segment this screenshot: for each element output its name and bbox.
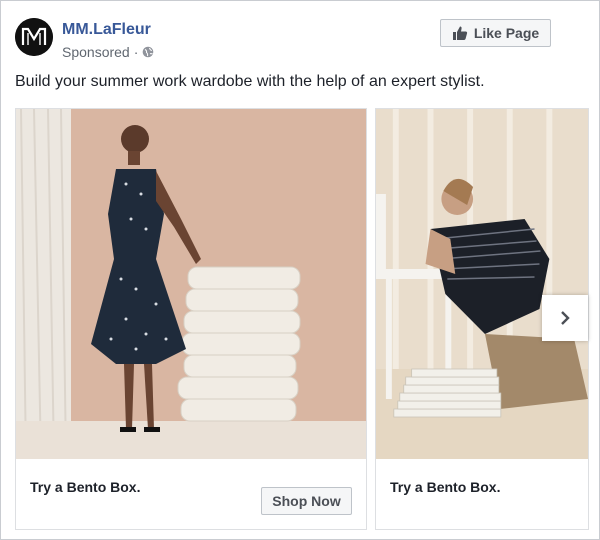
top-photo <box>376 109 588 459</box>
shop-now-button[interactable]: Shop Now <box>261 487 352 515</box>
thumbs-up-icon <box>452 26 467 40</box>
chevron-right-icon <box>561 311 570 325</box>
post-text: Build your summer work wardobe with the … <box>15 73 485 90</box>
logo-monogram <box>15 18 53 56</box>
like-page-button[interactable]: Like Page <box>440 19 551 47</box>
separator: · <box>133 44 139 60</box>
like-page-label: Like Page <box>473 25 540 41</box>
product-image-dress[interactable] <box>16 109 366 459</box>
product-image-top[interactable] <box>376 109 588 459</box>
page-avatar[interactable] <box>15 18 53 56</box>
globe-icon[interactable] <box>142 46 154 58</box>
page-name-link[interactable]: MM.LaFleur <box>62 21 151 39</box>
carousel-card[interactable]: Try a Bento Box. Shop Now <box>15 108 367 530</box>
card-caption[interactable]: Try a Bento Box. <box>30 479 140 495</box>
carousel-next-button[interactable] <box>542 295 588 341</box>
sponsored-label[interactable]: Sponsored <box>62 44 130 60</box>
dress-photo <box>16 109 366 459</box>
ad-post: MM.LaFleur Sponsored · Like Page Build y… <box>0 0 600 540</box>
sponsored-line: Sponsored · <box>62 44 154 60</box>
carousel: Try a Bento Box. Shop Now Try a Bento Bo… <box>15 108 589 530</box>
card-caption[interactable]: Try a Bento Box. <box>390 479 500 495</box>
